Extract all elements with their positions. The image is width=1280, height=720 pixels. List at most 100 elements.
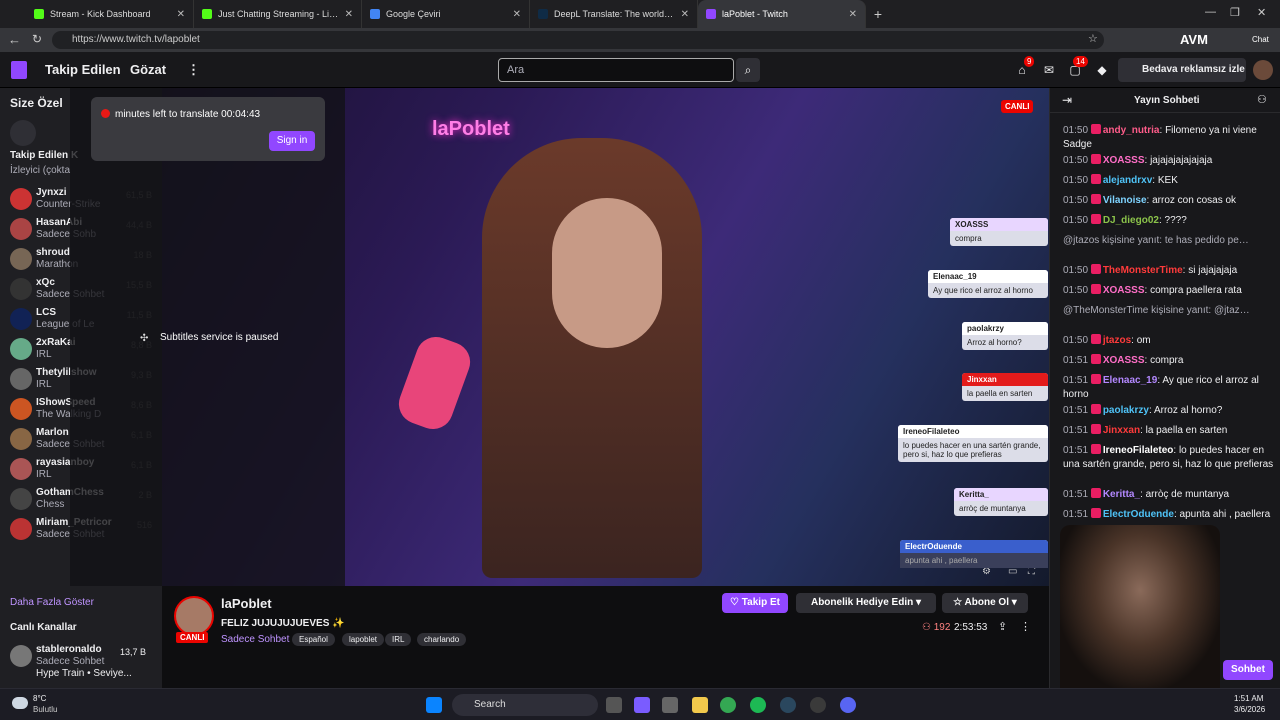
chat-message: 01:51 paolakrzy: Arroz al horno? <box>1063 404 1223 416</box>
copilot-icon[interactable] <box>634 697 650 713</box>
tab-close-icon[interactable]: ✕ <box>177 9 185 20</box>
show-more-link[interactable]: Daha Fazla Göster <box>10 597 94 608</box>
user-avatar[interactable] <box>1253 60 1273 80</box>
discord-icon[interactable] <box>840 697 856 713</box>
chat-time: 01:51 <box>1063 445 1089 456</box>
chat-badge-icon <box>1090 264 1101 274</box>
users-icon[interactable]: ⚇ <box>1257 93 1267 106</box>
search-icon[interactable]: ⌕ <box>736 58 760 82</box>
share-icon[interactable]: ⇪ <box>998 620 1007 633</box>
chat-username[interactable]: Keritta_ <box>1103 489 1140 500</box>
tab-close-icon[interactable]: ✕ <box>849 9 857 20</box>
file-explorer-icon[interactable] <box>692 697 708 713</box>
chat-username[interactable]: XOASSS <box>1103 155 1145 166</box>
minimize-icon[interactable]: — <box>1205 6 1216 18</box>
chat-username[interactable]: jtazos <box>1103 335 1131 346</box>
gift-label: Abonelik Hediye Edin <box>810 597 914 608</box>
chat-label[interactable]: Chat <box>1252 35 1269 44</box>
uptime: 2:53:53 <box>954 622 988 633</box>
chat-message: 01:50 jtazos: om <box>1063 334 1151 346</box>
close-window-icon[interactable]: ✕ <box>1257 6 1266 19</box>
task-view-icon[interactable] <box>606 697 622 713</box>
steam-icon[interactable] <box>780 697 796 713</box>
recommended-avatar[interactable] <box>10 120 36 146</box>
store-icon[interactable] <box>662 697 678 713</box>
chat-username[interactable]: XOASSS <box>1103 285 1145 296</box>
whispers-icon[interactable]: ✉ <box>1042 63 1056 77</box>
chat-text: @jtazos kişisine yanıt: te has pedido pe… <box>1063 235 1249 246</box>
chat-time: 01:51 <box>1063 489 1089 500</box>
chat-username[interactable]: Jinxxan <box>1103 425 1140 436</box>
subscribe-button[interactable]: ☆ Abone Ol ▾ <box>942 593 1028 613</box>
chat-username[interactable]: DJ_diego02 <box>1103 215 1159 226</box>
tab-title: DeepL Translate: The world's mos <box>554 9 675 19</box>
live-badge: CANLI <box>1001 100 1034 113</box>
maximize-icon[interactable]: ❐ <box>1230 6 1240 19</box>
taskbar-search[interactable]: Search <box>452 694 598 716</box>
twitch-logo-icon[interactable] <box>11 61 27 79</box>
channel-name[interactable]: laPoblet <box>221 596 272 611</box>
collapse-chat-icon[interactable]: ⇥ <box>1062 93 1072 107</box>
chat-username[interactable]: paolakrzy <box>1103 405 1149 416</box>
webcam-overlay <box>1060 525 1220 688</box>
tag-pill[interactable]: charlando <box>417 633 467 646</box>
channel-game: Chess <box>36 499 65 510</box>
chat-username[interactable]: IreneoFilaleteo <box>1103 445 1174 456</box>
chat-username[interactable]: alejandrxv <box>1103 175 1152 186</box>
tab-close-icon[interactable]: ✕ <box>345 9 353 20</box>
tag-pill[interactable]: IRL <box>385 633 412 646</box>
browser-tab[interactable]: Google Çeviri ✕ <box>362 0 530 28</box>
chat-username[interactable]: ElectrOduende <box>1103 509 1174 520</box>
follow-button[interactable]: ♡ Takip Et <box>722 593 788 613</box>
browser-tab[interactable]: DeepL Translate: The world's mos ✕ <box>530 0 698 28</box>
chat-username[interactable]: Vilanoise <box>1103 195 1147 206</box>
channel-game: Sadece Sohbet <box>36 656 105 667</box>
spotify-icon[interactable] <box>750 697 766 713</box>
nav-browse[interactable]: Gözat <box>130 62 166 77</box>
channel-name: LCS <box>36 307 56 318</box>
chat-username[interactable]: andy_nutria <box>1103 125 1160 136</box>
more-options-icon[interactable]: ⋮ <box>1020 620 1031 633</box>
inbox-badge: 9 <box>1024 56 1035 67</box>
tab-close-icon[interactable]: ✕ <box>513 9 521 20</box>
chat-username[interactable]: TheMonsterTime <box>1103 265 1183 276</box>
browser-tab[interactable]: laPoblet - Twitch ✕ <box>698 0 866 28</box>
gift-sub-button[interactable]: Abonelik Hediye Edin ▾ <box>796 593 936 613</box>
sign-in-button[interactable]: Sign in <box>269 131 315 151</box>
category-link[interactable]: Sadece Sohbet <box>221 634 289 645</box>
chrome-icon[interactable] <box>720 697 736 713</box>
obs-icon[interactable] <box>810 697 826 713</box>
address-bar-row: ← ↻ https://www.twitch.tv/lapoblet ☆ AVM… <box>0 28 1280 52</box>
live-tag: CANLI <box>176 632 209 643</box>
channel-info-bar: CANLI laPoblet FELIZ JUJUJUJUEVES ✨ Sade… <box>162 586 1049 688</box>
chat-badge-icon <box>1090 154 1101 164</box>
send-chat-button[interactable]: Sohbet <box>1223 660 1273 680</box>
channel-avatar <box>10 248 32 270</box>
live-channel-item[interactable]: stableronaldo Sadece Sohbet 13,7 B Hype … <box>8 641 156 679</box>
tag-pill[interactable]: Español <box>292 633 335 646</box>
bookmark-star-icon[interactable]: ☆ <box>1088 32 1098 45</box>
bits-icon[interactable]: ◆ <box>1095 63 1109 77</box>
reload-icon[interactable]: ↻ <box>32 32 42 46</box>
overlay-chat-bubble: Jinxxan la paella en sarten <box>962 373 1048 401</box>
channel-avatar[interactable] <box>174 596 214 636</box>
chat-text: Arroz al horno? <box>1153 405 1223 416</box>
tab-close-icon[interactable]: ✕ <box>681 9 689 20</box>
search-input[interactable]: Ara <box>498 58 734 82</box>
chat-username[interactable]: XOASSS <box>1103 355 1145 366</box>
url-field[interactable]: https://www.twitch.tv/lapoblet <box>52 31 1104 49</box>
chat-username[interactable]: Elenaac_19 <box>1103 375 1158 386</box>
windows-start-icon[interactable] <box>426 697 442 713</box>
more-menu-icon[interactable]: ⋮ <box>187 62 200 78</box>
new-tab-button[interactable]: + <box>866 6 890 22</box>
ad-free-button[interactable]: Bedava reklamsız izle <box>1118 58 1246 82</box>
browser-tab[interactable]: Stream - Kick Dashboard ✕ <box>26 0 194 28</box>
browser-tab[interactable]: Just Chatting Streaming - Live Strea ✕ <box>194 0 362 28</box>
chat-time: 01:50 <box>1063 155 1089 166</box>
chat-time: 01:51 <box>1063 425 1089 436</box>
channel-name: Jynxzi <box>36 187 67 198</box>
nav-following[interactable]: Takip Edilen <box>45 62 121 77</box>
back-icon[interactable]: ← <box>8 32 21 47</box>
tag-pill[interactable]: lapoblet <box>342 633 385 646</box>
chat-text: KEK <box>1157 175 1178 186</box>
